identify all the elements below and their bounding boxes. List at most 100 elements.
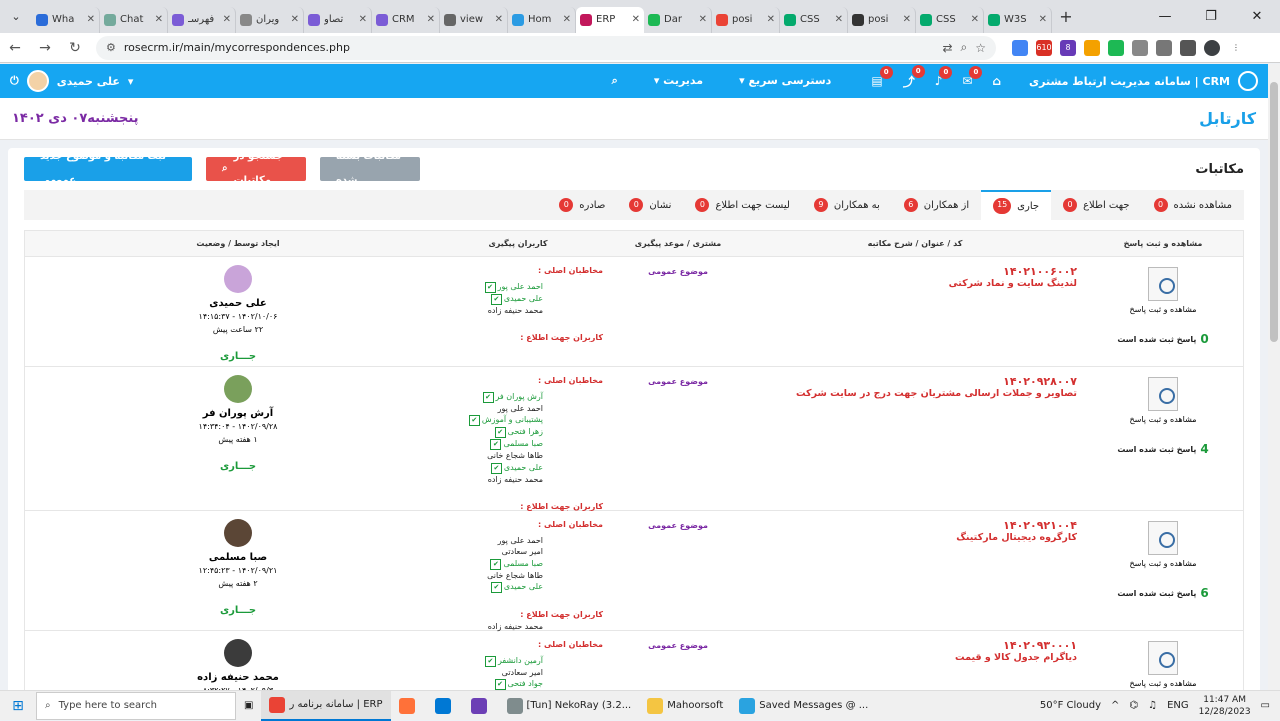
profile-icon[interactable]	[1204, 39, 1220, 56]
view-reply-label[interactable]: مشاهده و ثبت پاسخ	[1130, 415, 1197, 424]
view-reply-label[interactable]: مشاهده و ثبت پاسخ	[1130, 559, 1197, 568]
language[interactable]: ENG	[1167, 700, 1189, 711]
browser-tab[interactable]: فهرسـ ✕	[168, 6, 236, 33]
close-tab-icon[interactable]: ✕	[223, 14, 231, 25]
bookmark-star-icon[interactable]: ☆	[975, 41, 986, 55]
tab-search-icon[interactable]: ⌄	[0, 10, 32, 23]
network-icon[interactable]: ⌬	[1129, 700, 1138, 711]
weather[interactable]: 50°F Cloudy	[1040, 700, 1101, 711]
browser-tab[interactable]: CRM ✕	[372, 6, 440, 33]
view-reply-label[interactable]: مشاهده و ثبت پاسخ	[1130, 679, 1197, 688]
close-icon[interactable]: ✕	[1234, 0, 1280, 33]
close-tab-icon[interactable]: ✕	[87, 14, 95, 25]
tab-6[interactable]: نشان 0	[617, 190, 683, 220]
taskbar-search[interactable]: ⌕ Type here to search	[36, 691, 236, 720]
view-reply-icon[interactable]	[1148, 267, 1178, 301]
tab-4[interactable]: به همکاران 9	[802, 190, 892, 220]
tab-5[interactable]: لیست جهت اطلاع 0	[683, 190, 801, 220]
tab-0[interactable]: مشاهده نشده 0	[1142, 190, 1244, 220]
notifications-icon[interactable]: ▭	[1261, 700, 1270, 711]
taskbar-app[interactable]	[427, 691, 463, 721]
tab-3[interactable]: از همکاران 6	[892, 190, 981, 220]
correspondence-code[interactable]: ۱۴۰۲۱۰۰۶۰۰۲	[753, 265, 1077, 278]
close-tab-icon[interactable]: ✕	[903, 14, 911, 25]
taskbar-app[interactable]: Mahoorsoft	[639, 691, 731, 721]
clock[interactable]: 11:47 AM 12/28/2023	[1199, 694, 1251, 718]
correspondence-code[interactable]: ۱۴۰۲۰۹۳۰۰۰۱	[753, 639, 1077, 652]
correspondence-code[interactable]: ۱۴۰۲۰۹۲۱۰۰۴	[753, 519, 1077, 532]
view-reply-icon[interactable]	[1148, 521, 1178, 555]
ext-badge-icon[interactable]: 8	[1060, 39, 1076, 56]
taskbar-app[interactable]	[463, 691, 499, 721]
browser-tab[interactable]: Chat ✕	[100, 6, 168, 33]
tray-chevron-icon[interactable]: ^	[1111, 700, 1119, 711]
correspondence-title[interactable]: تصاویر و جملات ارسالی مشتریان جهت درج در…	[753, 388, 1077, 399]
browser-tab[interactable]: Dar ✕	[644, 6, 712, 33]
task-view-icon[interactable]: ▣	[236, 691, 261, 721]
browser-tab[interactable]: posi ✕	[848, 6, 916, 33]
bell-icon[interactable]: ♪ 0	[935, 66, 953, 88]
messages-icon[interactable]: ✉ 0	[962, 66, 983, 88]
view-reply-label[interactable]: مشاهده و ثبت پاسخ	[1130, 305, 1197, 314]
correspondence-title[interactable]: دیاگرام جدول کالا و قیمت	[753, 652, 1077, 663]
windows-start-icon[interactable]: ⊞	[0, 698, 36, 714]
browser-tab[interactable]: posi ✕	[712, 6, 780, 33]
side-panel-icon[interactable]	[1180, 39, 1196, 56]
tasks-icon[interactable]: ▤ 0	[871, 66, 893, 88]
browser-tab[interactable]: W3S ✕	[984, 6, 1052, 33]
close-tab-icon[interactable]: ✕	[971, 14, 979, 25]
tab-2[interactable]: جاری 15	[981, 190, 1052, 220]
taskbar-app[interactable]	[391, 691, 427, 721]
close-tab-icon[interactable]: ✕	[359, 14, 367, 25]
reload-icon[interactable]: ↻	[60, 40, 90, 56]
search-icon[interactable]: ⌕	[612, 74, 618, 88]
scrollbar-thumb[interactable]	[1270, 82, 1278, 342]
power-icon[interactable]: ⏻	[10, 74, 19, 88]
browser-tab[interactable]: تصاو ✕	[304, 6, 372, 33]
taskbar-app[interactable]: سامانه برنامه ر | ERP	[261, 690, 391, 721]
taskbar-app[interactable]: Saved Messages @ ...	[731, 691, 876, 721]
browser-tab[interactable]: view ✕	[440, 6, 508, 33]
ext-icon[interactable]	[1084, 39, 1100, 56]
close-tab-icon[interactable]: ✕	[632, 14, 640, 25]
taskbar-app[interactable]: [Tun] NekoRay (3.2...	[499, 691, 640, 721]
minimize-icon[interactable]: —	[1142, 0, 1188, 33]
extensions-puzzle-icon[interactable]	[1132, 39, 1148, 56]
translate-icon[interactable]: ⇄	[942, 41, 952, 55]
closed-correspondence-button[interactable]: مکاتبات بسته شده	[320, 151, 420, 186]
close-tab-icon[interactable]: ✕	[291, 14, 299, 25]
correspondence-title[interactable]: کارگروه دیجیتال مارکتینگ	[753, 532, 1077, 543]
new-correspondence-button[interactable]: ثبت مکاتبه و موضوع جدید عمومی	[24, 151, 192, 186]
menu-admin[interactable]: مدیریت ▾	[654, 74, 703, 88]
close-tab-icon[interactable]: ✕	[767, 14, 775, 25]
media-icon[interactable]	[1156, 39, 1172, 56]
browser-tab[interactable]: CSS ✕	[916, 6, 984, 33]
translate-ext-icon[interactable]	[1012, 39, 1028, 56]
browser-tab[interactable]: ERP ✕	[576, 6, 644, 33]
zoom-icon[interactable]: ⌕	[961, 40, 968, 55]
menu-quick-access[interactable]: دسترسی سریع ▾	[739, 74, 831, 88]
back-icon[interactable]: ←	[0, 40, 30, 56]
correspondence-code[interactable]: ۱۴۰۲۰۹۲۸۰۰۷	[753, 375, 1077, 388]
ext-icon[interactable]	[1108, 39, 1124, 56]
view-reply-icon[interactable]	[1148, 377, 1178, 411]
close-tab-icon[interactable]: ✕	[699, 14, 707, 25]
browser-tab[interactable]: Wha ✕	[32, 6, 100, 33]
close-tab-icon[interactable]: ✕	[427, 14, 435, 25]
brand[interactable]: CRM | سامانه مدیریت ارتباط مشتری	[1029, 71, 1258, 91]
close-tab-icon[interactable]: ✕	[155, 14, 163, 25]
correspondence-title[interactable]: لندینگ سایت و نماد شرکتی	[753, 278, 1077, 289]
browser-tab[interactable]: Hom ✕	[508, 6, 576, 33]
browser-tab[interactable]: ویران ✕	[236, 6, 304, 33]
close-tab-icon[interactable]: ✕	[563, 14, 571, 25]
tab-7[interactable]: صادره 0	[547, 190, 617, 220]
forward-icon[interactable]: →	[30, 40, 60, 56]
volume-icon[interactable]: ♫	[1148, 700, 1157, 711]
share-icon[interactable]: ⤴ 0	[903, 64, 925, 90]
ext-badge-icon[interactable]: 610	[1036, 39, 1052, 56]
page-scrollbar[interactable]	[1268, 64, 1280, 690]
search-correspondence-button[interactable]: ⌕ جستجو در مکاتبات	[206, 151, 306, 186]
view-reply-icon[interactable]	[1148, 641, 1178, 675]
menu-kebab-icon[interactable]: ⋮	[1228, 39, 1244, 56]
home-icon[interactable]: ⌂	[992, 74, 1001, 88]
